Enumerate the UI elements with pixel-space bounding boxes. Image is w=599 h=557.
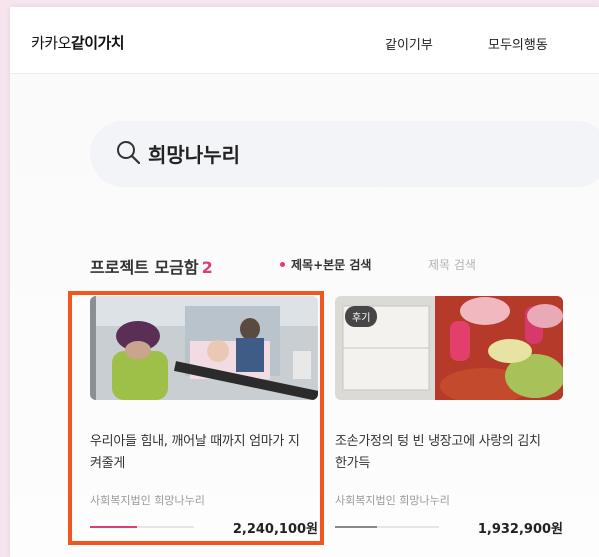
raised-amount: 1,932,900원 — [477, 522, 563, 537]
card-title-line2: 한가득 — [335, 456, 370, 471]
progress-bar — [335, 526, 439, 528]
search-input[interactable] — [148, 133, 599, 173]
result-count: 2 — [201, 258, 213, 277]
card-title[interactable]: 조손가정의 텅 빈 냉장고에 사랑의 김치 한가득 — [335, 431, 567, 475]
section-title-label: 프로젝트 모금함 — [90, 258, 199, 277]
project-card[interactable]: 후기 조손가정의 텅 빈 냉장고에 사랑의 김치 한가득 사회복지법인 희망나누… — [335, 296, 567, 541]
review-badge: 후기 — [345, 306, 378, 327]
logo-prefix: 카카오 — [31, 34, 71, 52]
progress-fill — [335, 526, 377, 528]
highlight-box — [68, 291, 324, 545]
section-title: 프로젝트 모금함 2 — [90, 254, 213, 278]
card-thumbnail-kimchi[interactable]: 후기 — [335, 296, 563, 400]
kakao-logo[interactable]: 카카오같이가치 — [31, 32, 125, 53]
filter-title-body-label: 제목+본문 검색 — [291, 258, 372, 272]
filter-title-body[interactable]: 제목+본문 검색 — [280, 256, 371, 273]
search-icon[interactable] — [116, 140, 142, 170]
filter-title-only[interactable]: 제목 검색 — [428, 256, 476, 273]
card-title-line1: 조손가정의 텅 빈 냉장고에 사랑의 김치 — [335, 434, 541, 449]
nav-item-donate-together[interactable]: 같이기부 — [385, 34, 433, 53]
card-organization: 사회복지법인 희망나누리 — [335, 494, 450, 507]
logo-brand: 같이가치 — [70, 34, 125, 52]
nav-item-everyones-action[interactable]: 모두의행동 — [488, 34, 548, 53]
top-header: 카카오같이가치 같이기부 모두의행동 — [10, 7, 599, 74]
active-dot-icon — [280, 262, 285, 267]
search-bar[interactable] — [90, 121, 599, 187]
